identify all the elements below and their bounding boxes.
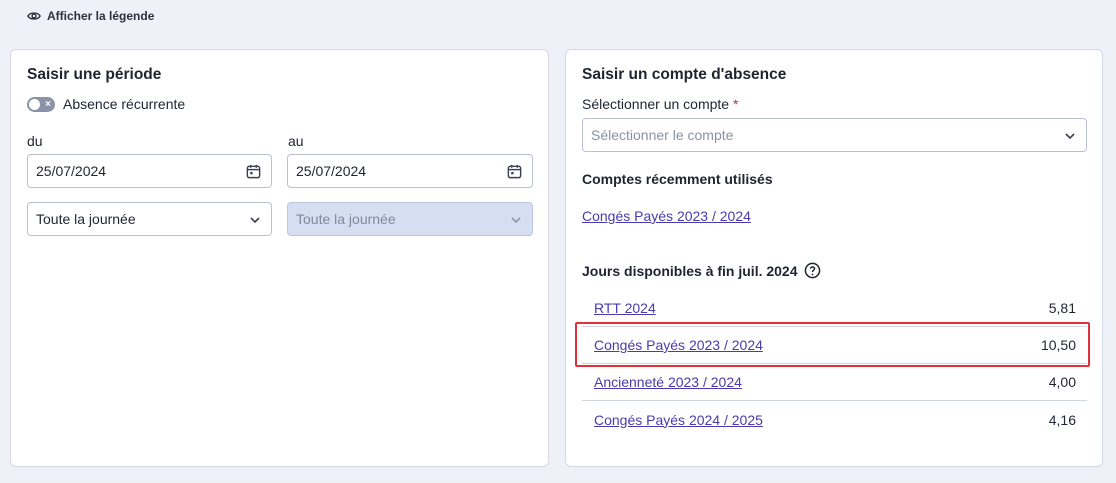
account-link[interactable]: RTT 2024 xyxy=(594,300,656,316)
select-account-label-text: Sélectionner un compte xyxy=(582,96,730,112)
from-date-input[interactable]: 25/07/2024 xyxy=(27,154,272,188)
eye-icon xyxy=(27,12,41,20)
from-period-value: Toute la journée xyxy=(36,211,136,227)
from-date-value: 25/07/2024 xyxy=(36,163,107,179)
account-row: Congés Payés 2024 / 2025 4,16 xyxy=(582,401,1087,438)
to-date-value: 25/07/2024 xyxy=(296,163,367,179)
close-icon: × xyxy=(45,98,51,110)
chevron-down-icon xyxy=(511,217,521,224)
period-card: Saisir une période × Absence récurrente … xyxy=(10,49,549,467)
recurrent-absence-row: × Absence récurrente xyxy=(27,96,185,112)
recurrent-absence-toggle[interactable]: × xyxy=(27,96,55,112)
from-label: du xyxy=(27,133,43,149)
recurrent-absence-label: Absence récurrente xyxy=(63,96,186,112)
to-period-value: Toute la journée xyxy=(296,211,396,227)
account-balance: 5,81 xyxy=(1048,300,1076,316)
account-balance: 4,00 xyxy=(1048,374,1076,390)
recent-account-link[interactable]: Congés Payés 2023 / 2024 xyxy=(582,208,751,224)
available-days-title-text: Jours disponibles à fin juil. 2024 xyxy=(582,262,798,279)
select-account-label: Sélectionner un compte * xyxy=(582,96,738,112)
show-legend-button[interactable]: Afficher la légende xyxy=(27,9,154,23)
account-balance: 4,16 xyxy=(1048,411,1076,428)
account-row: RTT 2024 5,81 xyxy=(582,290,1087,327)
show-legend-label: Afficher la légende xyxy=(47,9,155,23)
toggle-knob xyxy=(29,98,40,110)
calendar-icon[interactable] xyxy=(506,163,523,180)
chevron-down-icon xyxy=(1065,133,1075,140)
recent-account-item: Congés Payés 2023 / 2024 xyxy=(582,208,751,226)
account-link[interactable]: Congés Payés 2023 / 2024 xyxy=(594,337,763,353)
account-row: Ancienneté 2023 / 2024 4,00 xyxy=(582,364,1087,401)
account-select[interactable]: Sélectionner le compte xyxy=(582,118,1087,152)
help-icon[interactable] xyxy=(804,262,821,279)
to-label: au xyxy=(288,133,304,149)
account-title: Saisir un compte d'absence xyxy=(582,66,787,83)
from-period-select[interactable]: Toute la journée xyxy=(27,202,272,236)
period-title: Saisir une période xyxy=(27,66,162,83)
chevron-down-icon xyxy=(250,217,260,224)
calendar-icon[interactable] xyxy=(245,163,262,180)
required-mark: * xyxy=(732,96,739,112)
account-link[interactable]: Congés Payés 2024 / 2025 xyxy=(594,412,763,428)
account-row: Congés Payés 2023 / 2024 10,50 xyxy=(582,327,1087,364)
to-period-select: Toute la journée xyxy=(287,202,533,236)
account-select-placeholder: Sélectionner le compte xyxy=(591,127,734,143)
recent-accounts-title: Comptes récemment utilisés xyxy=(582,171,773,187)
account-link[interactable]: Ancienneté 2023 / 2024 xyxy=(594,374,742,390)
account-card: Saisir un compte d'absence Sélectionner … xyxy=(565,49,1103,467)
account-balance: 10,50 xyxy=(1040,337,1076,353)
to-date-input[interactable]: 25/07/2024 xyxy=(287,154,533,188)
available-days-title: Jours disponibles à fin juil. 2024 xyxy=(582,262,821,279)
